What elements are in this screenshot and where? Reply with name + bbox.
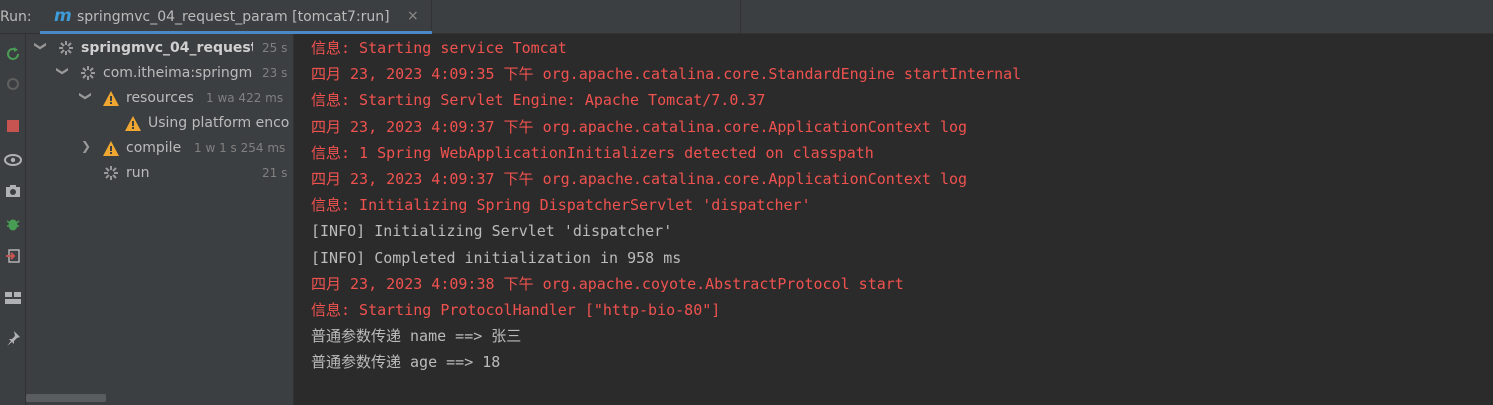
tree-item-root[interactable]: ❯ springmvc_04_request_ 25 s: [26, 36, 293, 61]
spinner-icon: [79, 64, 97, 82]
close-icon[interactable]: ×: [407, 8, 419, 24]
console-line: [INFO] Initializing Servlet 'dispatcher': [311, 222, 673, 241]
layout-icon[interactable]: [0, 286, 25, 310]
divider: [740, 0, 741, 34]
tree-item-label: com.itheima:springm: [103, 65, 253, 81]
console-line: 四月 23, 2023 4:09:35 下午 org.apache.catali…: [311, 65, 1022, 84]
tree-item-compile[interactable]: ❯ compile 1 w 1 s 254 ms: [26, 136, 293, 161]
spinner-icon: [57, 39, 75, 57]
tree-item-duration: 1 w 1 s 254 ms: [194, 141, 286, 155]
run-toolbar: [0, 34, 26, 405]
build-tree: ❯ springmvc_04_request_ 25 s ❯ com.ithei…: [26, 34, 294, 405]
console-line: 四月 23, 2023 4:09:37 下午 org.apache.catali…: [311, 170, 968, 188]
tree-item-label: run: [126, 165, 150, 181]
console-output[interactable]: 信息: Starting service Tomcat 四月 23, 2023 4…: [294, 34, 1493, 405]
console-line: 信息: 1 Spring WebApplicationInitializers …: [311, 143, 874, 162]
tab-title: springmvc_04_request_param [tomcat7:run]: [77, 9, 390, 25]
chevron-down-icon[interactable]: ❯: [56, 66, 70, 76]
chevron-down-icon[interactable]: ❯: [79, 91, 93, 101]
camera-icon[interactable]: [0, 179, 25, 203]
tree-item-run[interactable]: run 21 s: [26, 161, 293, 186]
chevron-right-icon[interactable]: ❯: [81, 139, 91, 153]
tree-item-module[interactable]: ❯ com.itheima:springm 23 s: [26, 61, 293, 86]
run-tab-bar: Run: m springmvc_04_request_param [tomca…: [0, 0, 1493, 34]
console-line: 信息: Initializing Spring DispatcherServle…: [311, 196, 811, 215]
eye-icon[interactable]: [0, 148, 25, 172]
run-label: Run:: [0, 9, 32, 25]
warning-icon: [124, 114, 142, 132]
console-line: 四月 23, 2023 4:09:37 下午 org.apache.catali…: [311, 117, 968, 136]
warning-icon: [102, 89, 120, 107]
spinner-icon: [102, 164, 120, 182]
tab-run-config[interactable]: m springmvc_04_request_param [tomcat7:ru…: [40, 0, 432, 34]
console-line: [INFO] Completed initialization in 958 m…: [311, 248, 682, 267]
console-line: 信息: Starting ProtocolHandler ["http-bio-…: [311, 301, 721, 319]
tree-item-duration: 23 s: [262, 66, 288, 80]
tree-item-resources[interactable]: ❯ resources 1 wa 422 ms: [26, 86, 293, 111]
tree-item-label: compile: [126, 140, 182, 156]
maven-icon: m: [54, 6, 72, 26]
console-line: 四月 23, 2023 4:09:38 下午 org.apache.coyote…: [311, 274, 904, 293]
chevron-down-icon[interactable]: ❯: [34, 41, 48, 51]
console-line: 普通参数传递 name ==> 张三: [311, 327, 522, 346]
stop-icon[interactable]: [0, 114, 25, 138]
tree-item-duration: 25 s: [262, 41, 288, 55]
tree-item-duration: 21 s: [262, 166, 288, 180]
rerun-failed-icon[interactable]: [0, 72, 25, 96]
tree-item-label: resources: [126, 90, 194, 106]
tree-item-duration: 1 wa 422 ms: [206, 91, 284, 105]
rerun-icon[interactable]: [0, 42, 25, 66]
console-line: 信息: Starting Servlet Engine: Apache Tomc…: [311, 91, 766, 110]
console-line: 信息: Starting service Tomcat: [311, 39, 567, 57]
console-line: 普通参数传递 age ==> 18: [311, 353, 501, 372]
horizontal-scrollbar[interactable]: [26, 394, 106, 402]
tree-item-warning[interactable]: Using platform enco: [26, 111, 293, 136]
tree-item-label: Using platform enco: [148, 115, 290, 131]
debug-bug-icon[interactable]: [0, 212, 25, 236]
tree-item-label: springmvc_04_request_: [81, 40, 253, 56]
pin-icon[interactable]: [0, 326, 25, 350]
warning-icon: [102, 139, 120, 157]
exit-icon[interactable]: [0, 244, 25, 268]
